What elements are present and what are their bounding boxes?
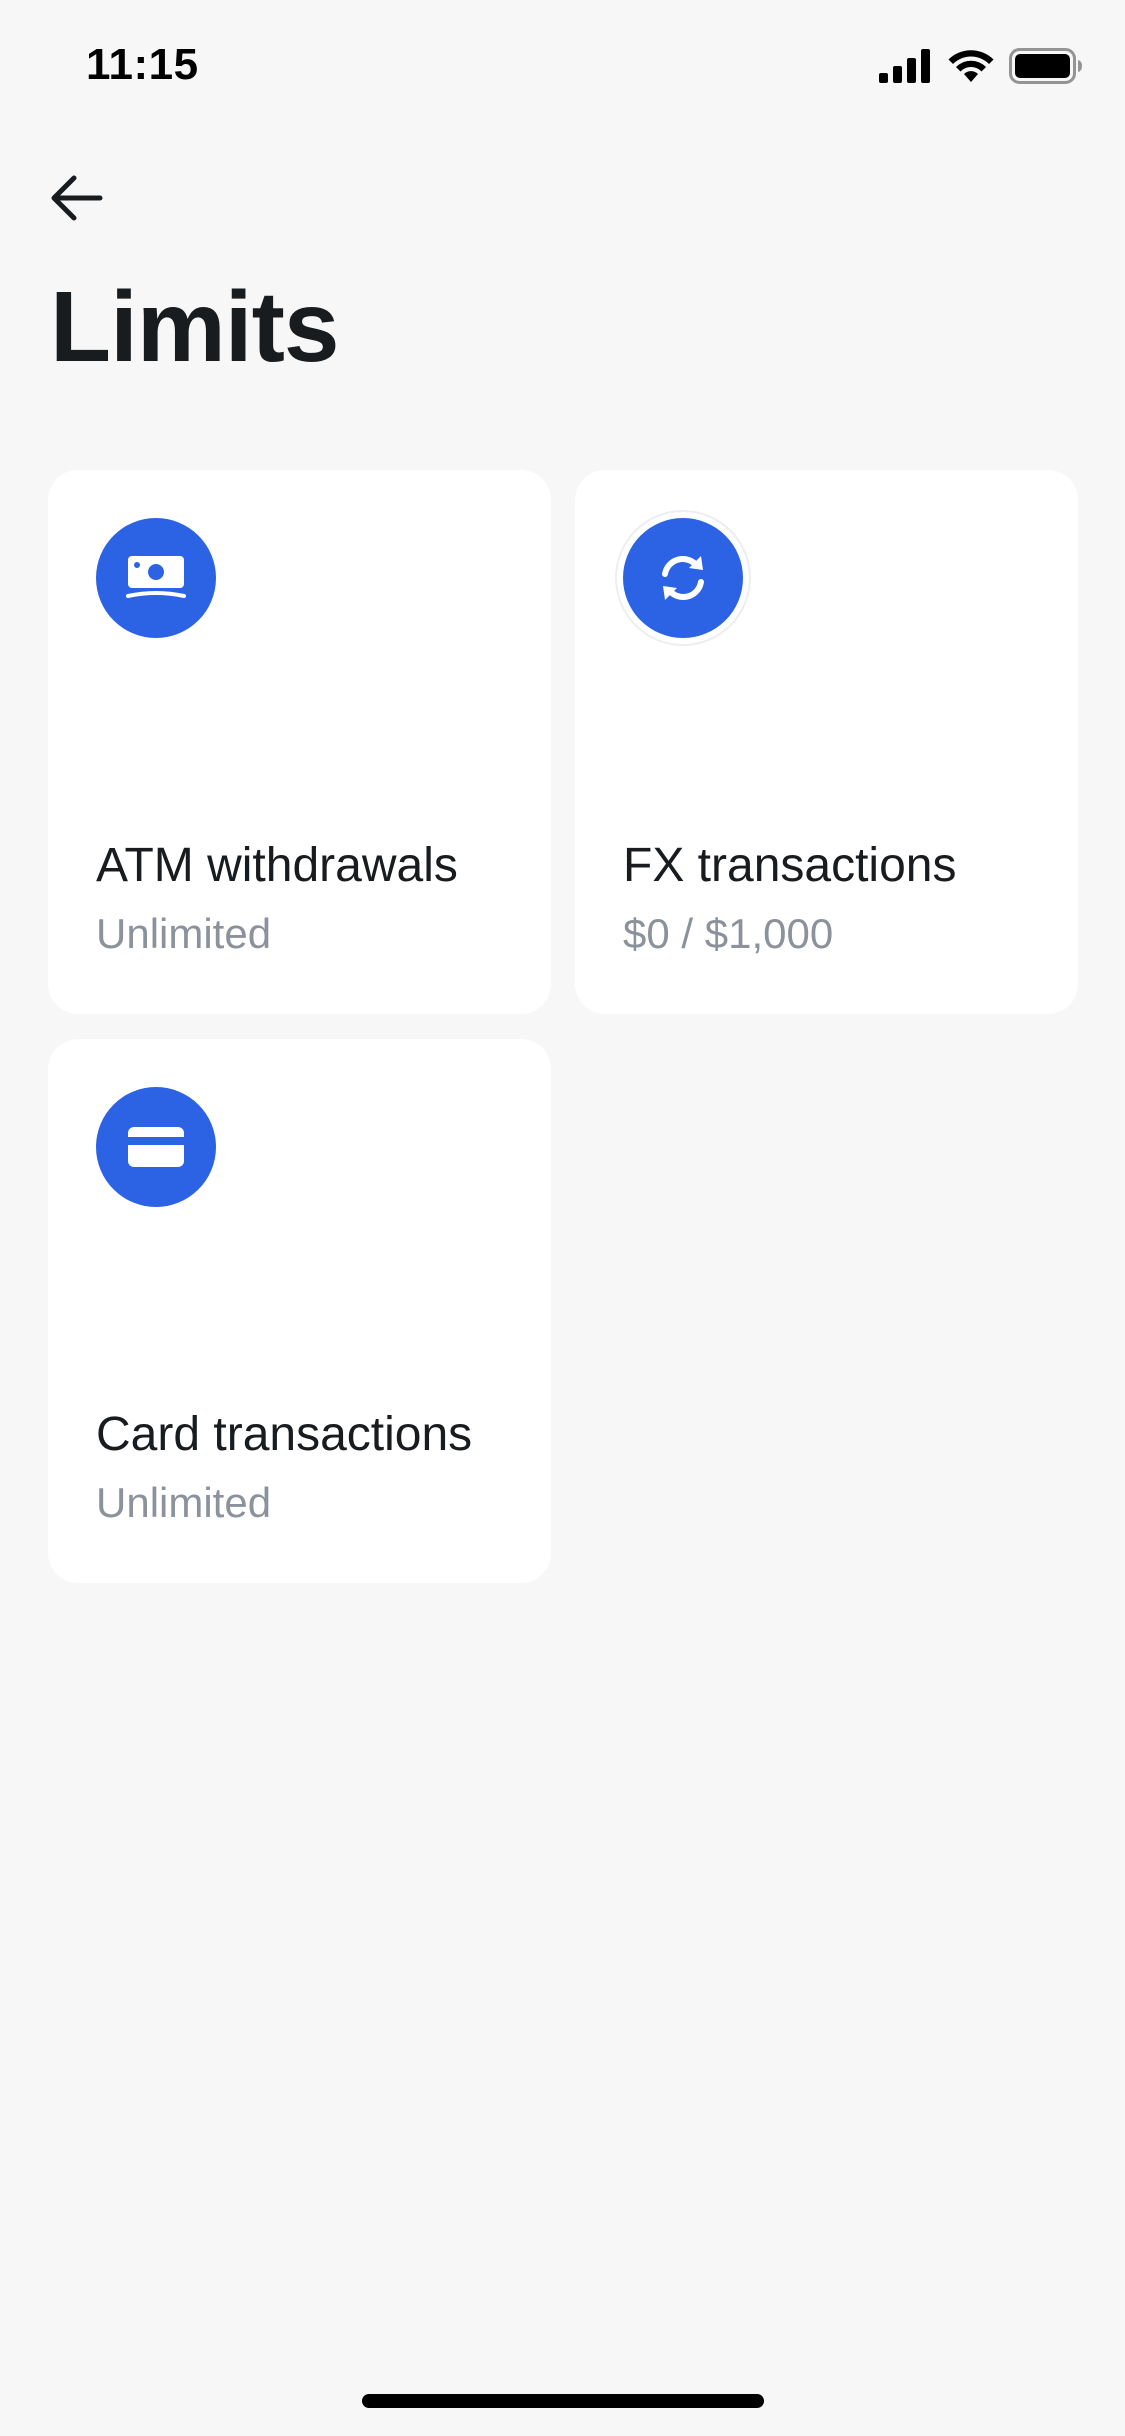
status-icons [879,48,1083,89]
limit-value: Unlimited [96,1479,272,1526]
page-title: Limits [50,271,339,383]
wifi-icon [947,48,995,89]
limit-value: $0 / $1,000 [623,910,834,957]
battery-icon [1009,48,1083,89]
arrow-left-icon [48,174,104,227]
status-time: 11:15 [86,40,199,89]
limit-card-atm-withdrawals[interactable]: ATM withdrawals Unlimited [48,470,551,1014]
home-indicator[interactable] [362,2394,764,2408]
limit-card-fx-transactions[interactable]: FX transactions $0 / $1,000 [575,470,1078,1014]
limit-value: Unlimited [96,910,272,957]
exchange-icon [623,518,743,638]
limit-title: Card transactions [96,1408,473,1461]
status-bar: 11:15 [0,0,1125,140]
cash-icon [96,518,216,638]
signal-icon [879,49,933,88]
limit-title: ATM withdrawals [96,839,458,892]
back-button[interactable] [36,160,116,240]
card-icon [96,1087,216,1207]
limit-title: FX transactions [623,839,957,892]
limit-card-card-transactions[interactable]: Card transactions Unlimited [48,1039,551,1583]
